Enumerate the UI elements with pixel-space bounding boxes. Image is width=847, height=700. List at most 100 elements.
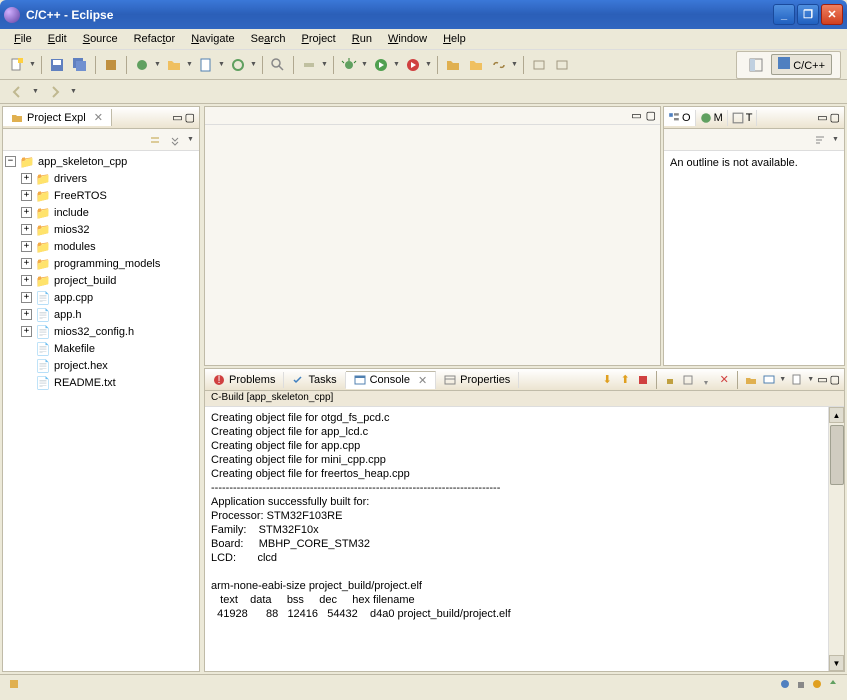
tree-folder[interactable]: +📁drivers bbox=[5, 170, 197, 187]
scrollbar-down-button[interactable]: ▼ bbox=[829, 655, 844, 671]
debug-dropdown[interactable]: ▼ bbox=[361, 61, 369, 68]
tab-problems[interactable]: !Problems bbox=[205, 372, 284, 388]
menu-edit[interactable]: Edit bbox=[40, 31, 75, 47]
tree-root[interactable]: − 📁 app_skeleton_cpp bbox=[5, 153, 197, 170]
scrollbar-up-button[interactable]: ▲ bbox=[829, 407, 844, 423]
status-gc-icon[interactable] bbox=[795, 678, 807, 693]
console-terminate-button[interactable] bbox=[635, 372, 651, 388]
expand-icon[interactable]: − bbox=[5, 156, 16, 167]
console-display-dropdown[interactable]: ▼ bbox=[779, 376, 787, 383]
tree-file[interactable]: +📄app.h bbox=[5, 306, 197, 323]
tree-folder[interactable]: +📁mios32 bbox=[5, 221, 197, 238]
new-source-button[interactable] bbox=[195, 54, 217, 76]
external-tools-dropdown[interactable]: ▼ bbox=[425, 61, 433, 68]
explorer-menu-dropdown[interactable]: ▼ bbox=[187, 136, 195, 143]
status-updates-icon[interactable] bbox=[827, 678, 839, 693]
save-all-button[interactable] bbox=[69, 54, 91, 76]
outline-tab-t[interactable]: T bbox=[728, 110, 758, 126]
console-close-icon[interactable]: ✕ bbox=[418, 374, 427, 387]
tree-folder[interactable]: +📁FreeRTOS bbox=[5, 187, 197, 204]
collapse-all-button[interactable] bbox=[147, 132, 163, 148]
project-tree[interactable]: − 📁 app_skeleton_cpp +📁drivers+📁FreeRTOS… bbox=[3, 151, 199, 671]
next-annotation-button[interactable] bbox=[551, 54, 573, 76]
console-next-button[interactable]: ⬆ bbox=[617, 372, 633, 388]
open-project-button[interactable] bbox=[442, 54, 464, 76]
expand-icon[interactable]: + bbox=[21, 224, 32, 235]
console-scroll-lock-button[interactable] bbox=[662, 372, 678, 388]
nav-back-button[interactable] bbox=[6, 81, 28, 103]
new-button[interactable] bbox=[6, 54, 28, 76]
menu-source[interactable]: Source bbox=[75, 31, 126, 47]
outline-maximize-icon[interactable]: ▢ bbox=[830, 111, 840, 124]
outline-tab-o[interactable]: O bbox=[664, 110, 696, 126]
new-folder-dropdown[interactable]: ▼ bbox=[186, 61, 194, 68]
perspective-cpp[interactable]: C/C++ bbox=[771, 54, 832, 75]
expand-icon[interactable]: + bbox=[21, 241, 32, 252]
new-source-dropdown[interactable]: ▼ bbox=[218, 61, 226, 68]
bottom-minimize-icon[interactable]: ▭ bbox=[817, 373, 827, 386]
new-dropdown[interactable]: ▼ bbox=[29, 61, 37, 68]
console-open-button[interactable] bbox=[743, 372, 759, 388]
toggle-button[interactable] bbox=[298, 54, 320, 76]
console-pin-button[interactable] bbox=[698, 372, 714, 388]
tree-file[interactable]: 📄README.txt bbox=[5, 374, 197, 391]
bottom-maximize-icon[interactable]: ▢ bbox=[830, 373, 840, 386]
run-button[interactable] bbox=[370, 54, 392, 76]
expand-icon[interactable]: + bbox=[21, 309, 32, 320]
tree-file[interactable]: 📄Makefile bbox=[5, 340, 197, 357]
tab-console[interactable]: Console✕ bbox=[346, 371, 437, 389]
menu-search[interactable]: Search bbox=[243, 31, 294, 47]
console-display-button[interactable] bbox=[761, 372, 777, 388]
console-new-button[interactable] bbox=[789, 372, 805, 388]
run-dropdown[interactable]: ▼ bbox=[393, 61, 401, 68]
close-button[interactable]: ✕ bbox=[821, 4, 843, 25]
console-new-dropdown[interactable]: ▼ bbox=[807, 376, 815, 383]
toggle-dropdown[interactable]: ▼ bbox=[321, 61, 329, 68]
menu-refactor[interactable]: Refactor bbox=[126, 31, 184, 47]
outline-menu-dropdown[interactable]: ▼ bbox=[832, 136, 840, 143]
open-perspective-button[interactable] bbox=[745, 54, 767, 76]
console-remove-button[interactable]: ✕ bbox=[716, 372, 732, 388]
save-button[interactable] bbox=[46, 54, 68, 76]
tree-folder[interactable]: +📁project_build bbox=[5, 272, 197, 289]
maximize-button[interactable]: ❐ bbox=[797, 4, 819, 25]
nav-back-dropdown[interactable]: ▼ bbox=[32, 88, 40, 95]
link-editor-button[interactable] bbox=[167, 132, 183, 148]
open-type-dropdown[interactable]: ▼ bbox=[250, 61, 258, 68]
outline-minimize-icon[interactable]: ▭ bbox=[817, 111, 827, 124]
console-output[interactable]: Creating object file for otgd_fs_pcd.c C… bbox=[205, 407, 844, 671]
explorer-tab[interactable]: Project Expl ✕ bbox=[3, 109, 112, 126]
link-button[interactable] bbox=[488, 54, 510, 76]
outline-sort-button[interactable] bbox=[812, 132, 828, 148]
expand-icon[interactable]: + bbox=[21, 326, 32, 337]
menu-help[interactable]: Help bbox=[435, 31, 474, 47]
expand-icon[interactable]: + bbox=[21, 207, 32, 218]
external-tools-button[interactable] bbox=[402, 54, 424, 76]
search-button[interactable] bbox=[267, 54, 289, 76]
expand-icon[interactable]: + bbox=[21, 173, 32, 184]
tree-file[interactable]: 📄project.hex bbox=[5, 357, 197, 374]
editor-minimize-icon[interactable]: ▭ bbox=[631, 109, 641, 122]
expand-icon[interactable]: + bbox=[21, 258, 32, 269]
explorer-maximize-icon[interactable]: ▢ bbox=[185, 111, 195, 124]
nav-forward-button[interactable] bbox=[44, 81, 66, 103]
expand-icon[interactable]: + bbox=[21, 275, 32, 286]
tree-file[interactable]: +📄app.cpp bbox=[5, 289, 197, 306]
console-scrollbar[interactable]: ▲▼ bbox=[828, 407, 844, 671]
scrollbar-thumb[interactable] bbox=[830, 425, 844, 485]
nav-forward-dropdown[interactable]: ▼ bbox=[70, 88, 78, 95]
console-prev-button[interactable]: ⬇ bbox=[599, 372, 615, 388]
open-task-button[interactable] bbox=[465, 54, 487, 76]
tree-file[interactable]: +📄mios32_config.h bbox=[5, 323, 197, 340]
expand-icon[interactable]: + bbox=[21, 190, 32, 201]
console-clear-button[interactable] bbox=[680, 372, 696, 388]
menu-project[interactable]: Project bbox=[294, 31, 344, 47]
tab-properties[interactable]: Properties bbox=[436, 372, 519, 388]
tree-folder[interactable]: +📁include bbox=[5, 204, 197, 221]
explorer-minimize-icon[interactable]: ▭ bbox=[172, 111, 182, 124]
link-dropdown[interactable]: ▼ bbox=[511, 61, 519, 68]
tree-folder[interactable]: +📁modules bbox=[5, 238, 197, 255]
new-folder-button[interactable] bbox=[163, 54, 185, 76]
menu-navigate[interactable]: Navigate bbox=[183, 31, 242, 47]
outline-tab-m[interactable]: M bbox=[696, 110, 728, 126]
